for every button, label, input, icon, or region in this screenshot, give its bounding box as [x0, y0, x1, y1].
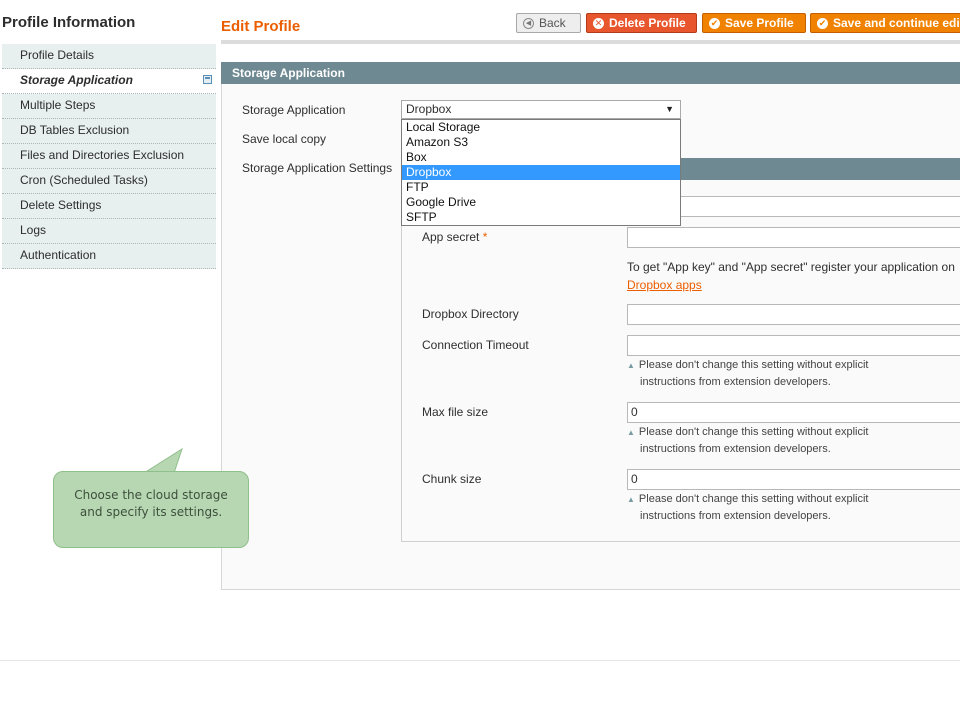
- footer-divider: [0, 660, 960, 661]
- max-file-note: ▲ Please don't change this setting withou…: [627, 424, 869, 458]
- delete-profile-button[interactable]: ✕ Delete Profile: [586, 13, 697, 33]
- option-box[interactable]: Box: [402, 150, 680, 165]
- sidebar-item-cron[interactable]: Cron (Scheduled Tasks): [2, 169, 216, 194]
- section-header: Storage Application: [221, 62, 960, 84]
- storage-settings-label: Storage Application Settings: [242, 161, 393, 175]
- sidebar-item-delete-settings[interactable]: Delete Settings: [2, 194, 216, 219]
- max-file-size-input[interactable]: 0: [627, 402, 960, 423]
- option-sftp[interactable]: SFTP: [402, 210, 680, 225]
- option-google-drive[interactable]: Google Drive: [402, 195, 680, 210]
- back-arrow-icon: ◀: [523, 18, 534, 29]
- check-icon: ✔: [817, 18, 828, 29]
- sidebar-item-profile-details[interactable]: Profile Details: [2, 44, 216, 69]
- option-dropbox[interactable]: Dropbox: [402, 165, 680, 180]
- delete-button-label: Delete Profile: [609, 16, 686, 30]
- sidebar-item-label: Profile Details: [20, 48, 95, 62]
- save-icon: [203, 75, 212, 84]
- option-local-storage[interactable]: Local Storage: [402, 120, 680, 135]
- warning-triangle-icon: ▲: [627, 495, 635, 504]
- connection-timeout-input[interactable]: [627, 335, 960, 356]
- required-mark: *: [482, 230, 488, 244]
- app-secret-input[interactable]: [627, 227, 960, 248]
- storage-application-select[interactable]: Dropbox ▼: [401, 100, 681, 119]
- sidebar-item-label: Multiple Steps: [20, 98, 96, 112]
- save-button-label: Save Profile: [725, 16, 794, 30]
- storage-application-label: Storage Application: [242, 103, 346, 117]
- sidebar-item-label: Delete Settings: [20, 198, 102, 212]
- sidebar-item-label: Cron (Scheduled Tasks): [20, 173, 148, 187]
- chunk-size-input[interactable]: 0: [627, 469, 960, 490]
- max-file-size-label: Max file size: [422, 405, 489, 419]
- note-line1: Please don't change this setting without…: [638, 359, 869, 371]
- back-button[interactable]: ◀ Back: [516, 13, 581, 33]
- callout-line1: Choose the cloud storage: [74, 488, 228, 502]
- save-continue-button[interactable]: ✔ Save and continue edit: [810, 13, 960, 33]
- note-line1: Please don't change this setting without…: [638, 493, 869, 505]
- dropbox-apps-link[interactable]: Dropbox apps: [627, 278, 702, 292]
- option-amazon-s3[interactable]: Amazon S3: [402, 135, 680, 150]
- dropdown-arrow-icon: ▼: [665, 104, 674, 114]
- sidebar-item-storage-application[interactable]: Storage Application: [2, 69, 216, 94]
- note-line2: instructions from extension developers.: [640, 510, 831, 522]
- app-secret-text: App secret: [422, 230, 480, 244]
- sidebar-item-db-tables-exclusion[interactable]: DB Tables Exclusion: [2, 119, 216, 144]
- note-line2: instructions from extension developers.: [640, 443, 831, 455]
- note-line2: instructions from extension developers.: [640, 376, 831, 388]
- option-ftp[interactable]: FTP: [402, 180, 680, 195]
- callout-line2: and specify its settings.: [79, 505, 223, 519]
- storage-dropdown-list: Local Storage Amazon S3 Box Dropbox FTP …: [401, 119, 681, 226]
- register-instructions: To get "App key" and "App secret" regist…: [627, 260, 955, 274]
- sidebar-item-label: Storage Application: [20, 73, 133, 87]
- select-value: Dropbox: [406, 102, 452, 116]
- sidebar-item-label: Authentication: [20, 248, 97, 262]
- timeout-note: ▲ Please don't change this setting withou…: [627, 357, 869, 391]
- save-local-copy-label: Save local copy: [242, 132, 327, 146]
- sidebar-item-multiple-steps[interactable]: Multiple Steps: [2, 94, 216, 119]
- tip-callout: Choose the cloud storage and specify its…: [53, 471, 249, 548]
- dropbox-directory-label: Dropbox Directory: [422, 307, 519, 321]
- back-button-label: Back: [539, 16, 566, 30]
- page-title: Edit Profile: [221, 18, 301, 35]
- sidebar-item-label: Files and Directories Exclusion: [20, 148, 185, 162]
- save-profile-button[interactable]: ✔ Save Profile: [702, 13, 806, 33]
- connection-timeout-label: Connection Timeout: [422, 338, 529, 352]
- note-line1: Please don't change this setting without…: [638, 426, 869, 438]
- dropbox-directory-input[interactable]: [627, 304, 960, 325]
- chunk-size-label: Chunk size: [422, 472, 482, 486]
- sidebar-nav: Profile Details Storage Application Mult…: [2, 44, 216, 269]
- check-icon: ✔: [709, 18, 720, 29]
- app-secret-label: App secret *: [422, 230, 487, 244]
- sidebar-item-label: Logs: [20, 223, 47, 237]
- delete-icon: ✕: [593, 18, 604, 29]
- header-divider: [221, 40, 960, 44]
- warning-triangle-icon: ▲: [627, 428, 635, 437]
- sidebar-item-label: DB Tables Exclusion: [20, 123, 130, 137]
- save-continue-label: Save and continue edit: [833, 16, 960, 30]
- sidebar-title: Profile Information: [2, 14, 136, 31]
- sidebar-item-files-directories-exclusion[interactable]: Files and Directories Exclusion: [2, 144, 216, 169]
- warning-triangle-icon: ▲: [627, 361, 635, 370]
- sidebar-item-authentication[interactable]: Authentication: [2, 244, 216, 269]
- sidebar-item-logs[interactable]: Logs: [2, 219, 216, 244]
- chunk-size-note: ▲ Please don't change this setting withou…: [627, 491, 869, 525]
